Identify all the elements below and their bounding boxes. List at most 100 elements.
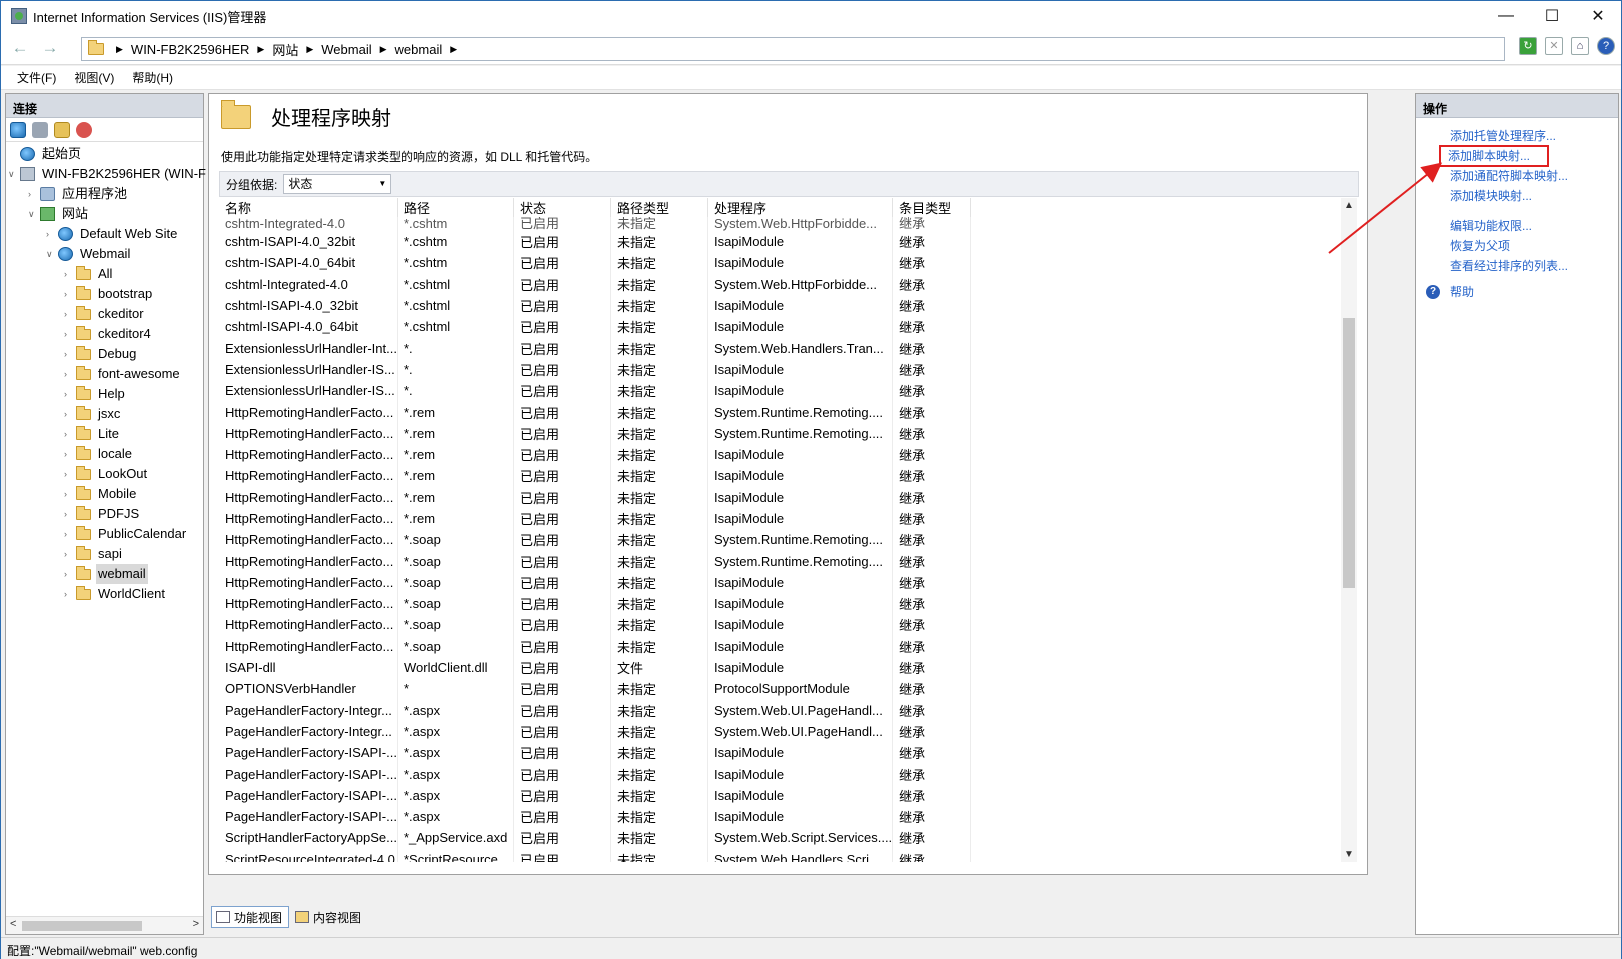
chevron-right-icon[interactable]: ▶ xyxy=(450,44,457,55)
tree-item[interactable]: ∨ 网站 xyxy=(6,204,203,224)
action-link[interactable]: 恢复为父项 xyxy=(1416,236,1618,256)
expand-chevron-icon[interactable]: › xyxy=(64,424,74,444)
tree-item[interactable]: › Help xyxy=(6,384,203,404)
table-row[interactable]: ExtensionlessUrlHandler-IS... *. 已启用 未指定 Isa… xyxy=(219,358,972,381)
breadcrumb-site[interactable]: Webmail xyxy=(321,42,371,57)
collapse-chevron-icon[interactable]: ∨ xyxy=(8,164,18,184)
expand-chevron-icon[interactable]: › xyxy=(64,264,74,284)
vertical-scrollbar[interactable]: ▲ ▼ xyxy=(1341,198,1357,862)
table-row[interactable]: ScriptResourceIntegrated-4.0 *ScriptResou… xyxy=(219,848,972,862)
breadcrumb-sites[interactable]: 网站 xyxy=(272,40,298,59)
table-row[interactable]: PageHandlerFactory-ISAPI-... *.aspx 已启用 未指定… xyxy=(219,763,972,785)
tree-item[interactable]: › All xyxy=(6,264,203,284)
column-header[interactable]: 名称 xyxy=(219,198,398,217)
table-row[interactable]: HttpRemotingHandlerFacto... *.soap 已启用 未指定 I… xyxy=(219,614,972,636)
expand-chevron-icon[interactable]: › xyxy=(64,324,74,344)
tree-item[interactable]: › Default Web Site xyxy=(6,224,203,244)
table-row[interactable]: PageHandlerFactory-Integr... *.aspx 已启用 未指定… xyxy=(219,720,972,743)
maximize-button[interactable]: ☐ xyxy=(1529,1,1575,31)
table-row[interactable]: cshtm-ISAPI-4.0_64bit *.cshtm 已启用 未指定 IsapiM… xyxy=(219,252,972,274)
action-link[interactable]: 添加模块映射... xyxy=(1416,186,1618,206)
table-row[interactable]: HttpRemotingHandlerFacto... *.rem 已启用 未指定 Sy… xyxy=(219,401,972,423)
table-row[interactable]: ScriptHandlerFactoryAppSe... *_AppService… xyxy=(219,827,972,849)
tree-item[interactable]: › LookOut xyxy=(6,464,203,484)
table-row[interactable]: cshtml-ISAPI-4.0_64bit *.cshtml 已启用 未指定 Isap… xyxy=(219,316,972,338)
menu-help[interactable]: 帮助(H) xyxy=(132,69,173,86)
table-row[interactable]: cshtm-Integrated-4.0 *.cshtm 已启用 未指定 System.… xyxy=(219,217,972,231)
tab-features-view[interactable]: 功能视图 xyxy=(211,906,290,928)
table-row[interactable]: HttpRemotingHandlerFacto... *.soap 已启用 未指定 I… xyxy=(219,571,972,594)
tree-item[interactable]: › jsxc xyxy=(6,404,203,424)
breadcrumb-folder[interactable]: webmail xyxy=(395,42,443,57)
expand-chevron-icon[interactable]: › xyxy=(64,404,74,424)
table-row[interactable]: PageHandlerFactory-ISAPI-... *.aspx 已启用 未指定… xyxy=(219,742,972,764)
column-header[interactable]: 状态 xyxy=(513,198,611,217)
tree-item[interactable]: › locale xyxy=(6,444,203,464)
column-header[interactable]: 路径 xyxy=(397,198,514,217)
table-row[interactable]: HttpRemotingHandlerFacto... *.rem 已启用 未指定 Sy… xyxy=(219,422,972,444)
table-row[interactable]: HttpRemotingHandlerFacto... *.soap 已启用 未指定 S… xyxy=(219,529,972,551)
minimize-button[interactable]: — xyxy=(1483,1,1529,31)
expand-chevron-icon[interactable]: › xyxy=(28,184,38,204)
action-link[interactable]: 编辑功能权限... xyxy=(1416,216,1618,236)
table-row[interactable]: HttpRemotingHandlerFacto... *.rem 已启用 未指定 Is… xyxy=(219,443,972,466)
back-arrow-icon[interactable]: ← xyxy=(9,38,31,60)
expand-chevron-icon[interactable]: › xyxy=(64,504,74,524)
breadcrumb-server[interactable]: WIN-FB2K2596HER xyxy=(131,42,249,57)
table-row[interactable]: PageHandlerFactory-Integr... *.aspx 已启用 未指定… xyxy=(219,699,972,721)
tree-item[interactable]: › Lite xyxy=(6,424,203,444)
tree-item[interactable]: 起始页 xyxy=(6,144,203,164)
expand-chevron-icon[interactable]: › xyxy=(64,584,74,604)
expand-chevron-icon[interactable]: › xyxy=(64,364,74,384)
scroll-left-icon[interactable]: < xyxy=(10,918,16,930)
chevron-right-icon[interactable]: ▶ xyxy=(306,44,313,55)
scroll-thumb[interactable] xyxy=(1343,318,1355,588)
table-row[interactable]: cshtm-ISAPI-4.0_32bit *.cshtm 已启用 未指定 IsapiM… xyxy=(219,231,972,253)
tree-item[interactable]: › sapi xyxy=(6,544,203,564)
menu-file[interactable]: 文件(F) xyxy=(17,69,56,86)
close-button[interactable]: ✕ xyxy=(1575,1,1621,31)
chevron-right-icon[interactable]: ▶ xyxy=(116,44,123,55)
disconnect-icon[interactable] xyxy=(76,121,92,138)
action-link[interactable]: 添加通配符脚本映射... xyxy=(1416,166,1618,186)
tab-content-view[interactable]: 内容视图 xyxy=(291,906,367,928)
table-row[interactable]: ISAPI-dll WorldClient.dll 已启用 文件 IsapiModule… xyxy=(219,656,972,679)
action-link[interactable]: 查看经过排序的列表... xyxy=(1416,256,1618,276)
help-action[interactable]: ? 帮助 xyxy=(1416,282,1618,302)
scroll-down-icon[interactable]: ▼ xyxy=(1344,849,1354,860)
column-header[interactable]: 处理程序 xyxy=(707,198,894,217)
table-row[interactable]: cshtml-Integrated-4.0 *.cshtml 已启用 未指定 Syste… xyxy=(219,273,972,295)
scroll-right-icon[interactable]: > xyxy=(193,918,199,930)
expand-chevron-icon[interactable]: › xyxy=(64,284,74,304)
help-link[interactable]: 帮助 xyxy=(1450,282,1474,302)
tree-item[interactable]: › ckeditor xyxy=(6,304,203,324)
expand-chevron-icon[interactable]: › xyxy=(64,544,74,564)
table-row[interactable]: PageHandlerFactory-ISAPI-... *.aspx 已启用 未指定… xyxy=(219,806,972,828)
expand-chevron-icon[interactable]: › xyxy=(64,524,74,544)
refresh-icon[interactable]: ↻ xyxy=(1519,37,1537,55)
table-row[interactable]: HttpRemotingHandlerFacto... *.rem 已启用 未指定 Is… xyxy=(219,507,972,530)
tree-item[interactable]: › ckeditor4 xyxy=(6,324,203,344)
table-row[interactable]: HttpRemotingHandlerFacto... *.soap 已启用 未指定 I… xyxy=(219,635,972,657)
menu-view[interactable]: 视图(V) xyxy=(74,69,114,86)
group-by-select[interactable]: 状态 xyxy=(283,174,392,194)
table-row[interactable]: ExtensionlessUrlHandler-IS... *. 已启用 未指定 Isa… xyxy=(219,380,972,402)
expand-chevron-icon[interactable]: › xyxy=(64,444,74,464)
table-row[interactable]: OPTIONSVerbHandler * 已启用 未指定 ProtocolSupport… xyxy=(219,678,972,700)
column-header[interactable]: 路径类型 xyxy=(610,198,708,217)
scroll-thumb[interactable] xyxy=(22,921,142,931)
expand-chevron-icon[interactable]: › xyxy=(64,344,74,364)
up-level-icon[interactable] xyxy=(54,121,70,138)
tree-item[interactable]: › WorldClient xyxy=(6,584,203,604)
tree-item[interactable]: ∨ Webmail xyxy=(6,244,203,264)
address-bar[interactable]: ▶ WIN-FB2K2596HER ▶ 网站 ▶ Webmail ▶ webma… xyxy=(81,37,1505,61)
action-link[interactable]: 添加托管处理程序... xyxy=(1416,126,1618,146)
save-icon[interactable] xyxy=(32,121,48,138)
collapse-chevron-icon[interactable]: ∨ xyxy=(28,204,38,224)
tree-item[interactable]: › PublicCalendar xyxy=(6,524,203,544)
collapse-chevron-icon[interactable]: ∨ xyxy=(46,244,56,264)
expand-chevron-icon[interactable]: › xyxy=(64,384,74,404)
expand-chevron-icon[interactable]: › xyxy=(64,464,74,484)
tree-item[interactable]: › webmail xyxy=(6,564,203,584)
table-row[interactable]: HttpRemotingHandlerFacto... *.soap 已启用 未指定 S… xyxy=(219,550,972,572)
